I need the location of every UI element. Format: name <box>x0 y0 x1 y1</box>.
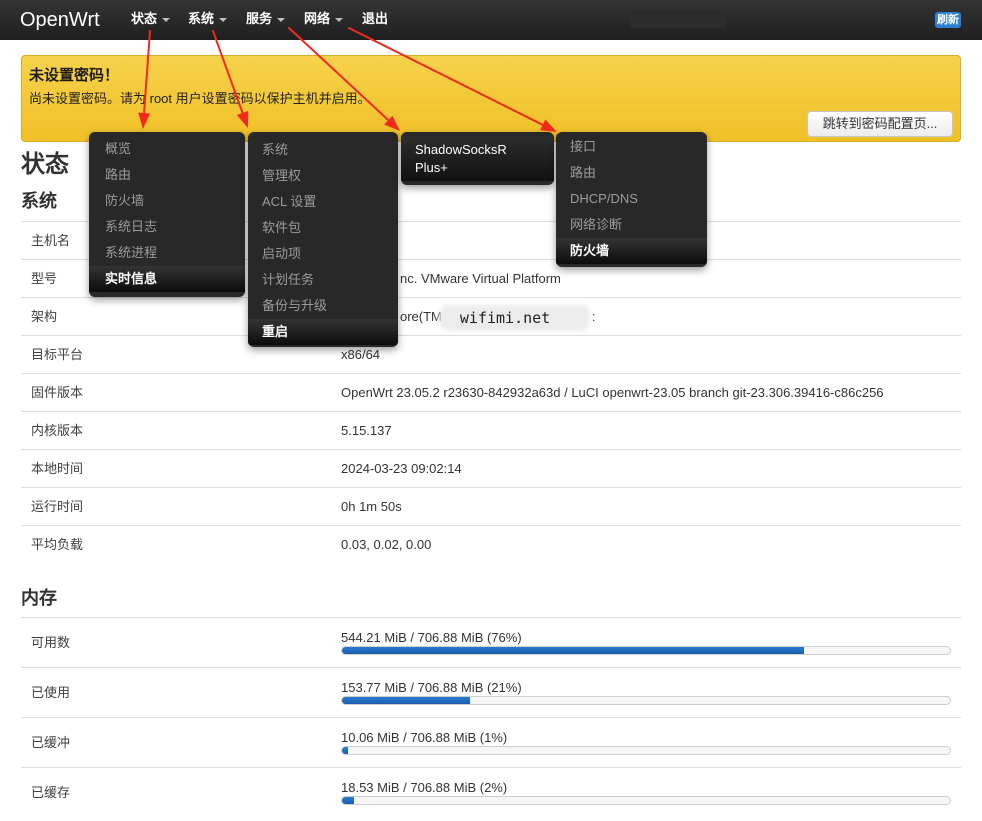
chevron-down-icon <box>219 17 228 22</box>
progress-fill <box>342 647 805 654</box>
nav-menu-system-label: 系统 <box>188 11 215 26</box>
menu-item-acl[interactable]: ACL 设置 <box>248 189 398 215</box>
row-label: 固件版本 <box>31 385 84 400</box>
chevron-down-icon <box>335 17 344 22</box>
blurred-watermark: wifimi.net <box>441 307 587 328</box>
dropdown-network: 接口 路由 DHCP/DNS 网络诊断 防火墙 <box>556 132 707 267</box>
progress-fill <box>342 797 355 804</box>
menu-item-firewall-status[interactable]: 防火墙 <box>89 188 245 214</box>
memory-table: 可用数 544.21 MiB / 706.88 MiB (76%) 已使用 15… <box>21 617 961 817</box>
progress-fill <box>342 747 349 754</box>
progress-fill <box>342 697 470 704</box>
menu-item-administration[interactable]: 管理权 <box>248 163 398 189</box>
nav-menu-services[interactable]: 服务 <box>246 0 286 38</box>
memory-value: 10.06 MiB / 706.88 MiB (1%) <box>341 730 508 745</box>
row-label: 运行时间 <box>31 499 84 514</box>
row-value: nc. VMware Virtual Platform <box>400 271 561 286</box>
warning-text: 尚未设置密码。请为 root 用户设置密码以保护主机并启用。 <box>29 91 371 106</box>
nav-menu-network-label: 网络 <box>304 11 331 26</box>
table-row: 平均负载 0.03, 0.02, 0.00 <box>21 525 961 563</box>
menu-item-backup-flash[interactable]: 备份与升级 <box>248 293 398 319</box>
row-value: 5.15.137 <box>341 423 392 438</box>
goto-password-button[interactable]: 跳转到密码配置页... <box>807 111 953 137</box>
nav-menu-status-label: 状态 <box>131 11 158 26</box>
row-value: ore(TM wifimi.net: <box>400 298 596 335</box>
menu-item-net-routes[interactable]: 路由 <box>556 160 707 186</box>
row-label: 可用数 <box>31 635 71 650</box>
chevron-down-icon <box>277 17 286 22</box>
menu-item-shadowsocksr[interactable]: ShadowSocksR Plus+ <box>401 136 554 181</box>
row-value: 0.03, 0.02, 0.00 <box>341 537 432 552</box>
table-row: 运行时间 0h 1m 50s <box>21 487 961 525</box>
progress-bar <box>341 646 951 655</box>
row-label: 已缓冲 <box>31 735 71 750</box>
no-password-warning: 未设置密码！ 尚未设置密码。请为 root 用户设置密码以保护主机并启用。 跳转… <box>21 55 961 142</box>
menu-item-routes[interactable]: 路由 <box>89 162 245 188</box>
page-title: 状态 <box>21 151 69 178</box>
table-row: 本地时间 2024-03-23 09:02:14 <box>21 449 961 487</box>
menu-item-realtime[interactable]: 实时信息 <box>89 266 245 292</box>
progress-bar <box>341 696 951 705</box>
nav-logout[interactable]: 退出 <box>362 0 388 38</box>
menu-item-overview[interactable]: 概览 <box>89 136 245 162</box>
table-row: 固件版本 OpenWrt 23.05.2 r23630-842932a63d /… <box>21 373 961 411</box>
row-label: 已使用 <box>31 685 71 700</box>
top-navbar: OpenWrt 状态 系统 服务 网络 退出 刷新 <box>0 0 982 40</box>
menu-item-processes[interactable]: 系统进程 <box>89 240 245 266</box>
row-label: 本地时间 <box>31 461 84 476</box>
row-label: 已缓存 <box>31 785 71 800</box>
menu-item-system-log[interactable]: 系统日志 <box>89 214 245 240</box>
row-label: 内核版本 <box>31 423 84 438</box>
menu-item-scheduled-tasks[interactable]: 计划任务 <box>248 267 398 293</box>
progress-bar <box>341 746 951 755</box>
row-value: OpenWrt 23.05.2 r23630-842932a63d / LuCI… <box>341 385 884 400</box>
progress-bar <box>341 796 951 805</box>
section-title-system: 系统 <box>21 191 57 211</box>
nav-menu-network[interactable]: 网络 <box>304 0 344 38</box>
row-label: 架构 <box>31 309 58 324</box>
table-row: 已使用 153.77 MiB / 706.88 MiB (21%) <box>21 667 961 717</box>
chevron-down-icon <box>162 17 171 22</box>
row-label: 目标平台 <box>31 347 84 362</box>
menu-item-shadowsocksr-label: ShadowSocksR Plus+ <box>415 142 507 175</box>
table-row: 架构 ore(TM wifimi.net: <box>21 297 961 335</box>
nav-menu-system[interactable]: 系统 <box>188 0 228 38</box>
menu-item-dhcp-dns[interactable]: DHCP/DNS <box>556 186 707 212</box>
table-row: 内核版本 5.15.137 <box>21 411 961 449</box>
menu-item-net-firewall[interactable]: 防火墙 <box>556 238 707 264</box>
menu-item-software[interactable]: 软件包 <box>248 215 398 241</box>
redacted-region <box>630 10 726 28</box>
menu-item-system[interactable]: 系统 <box>248 137 398 163</box>
nav-menu-status[interactable]: 状态 <box>131 0 171 38</box>
menu-item-diagnostics[interactable]: 网络诊断 <box>556 212 707 238</box>
table-row: 已缓冲 10.06 MiB / 706.88 MiB (1%) <box>21 717 961 767</box>
memory-value: 153.77 MiB / 706.88 MiB (21%) <box>341 680 522 695</box>
table-row: 已缓存 18.53 MiB / 706.88 MiB (2%) <box>21 767 961 817</box>
row-value-suffix: : <box>591 309 596 324</box>
nav-menu-services-label: 服务 <box>246 11 273 26</box>
dropdown-system: 系统 管理权 ACL 设置 软件包 启动项 计划任务 备份与升级 重启 <box>248 132 398 347</box>
row-label: 主机名 <box>31 233 71 248</box>
section-title-memory: 内存 <box>21 588 57 608</box>
menu-item-reboot[interactable]: 重启 <box>248 319 398 345</box>
row-label: 平均负载 <box>31 537 84 552</box>
warning-title: 未设置密码！ <box>29 67 120 84</box>
menu-item-startup[interactable]: 启动项 <box>248 241 398 267</box>
refresh-badge[interactable]: 刷新 <box>935 12 961 28</box>
row-value: 0h 1m 50s <box>341 499 402 514</box>
memory-value: 544.21 MiB / 706.88 MiB (76%) <box>341 630 522 645</box>
table-row: 可用数 544.21 MiB / 706.88 MiB (76%) <box>21 617 961 667</box>
row-label: 型号 <box>31 271 58 286</box>
dropdown-status: 概览 路由 防火墙 系统日志 系统进程 实时信息 <box>89 132 245 297</box>
memory-value: 18.53 MiB / 706.88 MiB (2%) <box>341 780 508 795</box>
dropdown-services: ShadowSocksR Plus+ <box>401 132 554 185</box>
row-value: 2024-03-23 09:02:14 <box>341 461 462 476</box>
table-row: 目标平台 x86/64 <box>21 335 961 373</box>
menu-item-interfaces[interactable]: 接口 <box>556 134 707 160</box>
brand-logo[interactable]: OpenWrt <box>20 0 100 40</box>
row-value-visible: ore(TM <box>400 309 442 324</box>
